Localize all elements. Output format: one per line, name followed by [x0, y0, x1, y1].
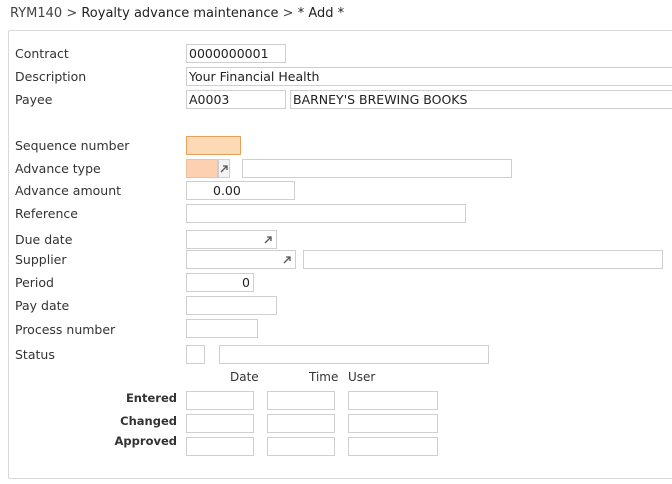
advance-type-field[interactable]: [186, 159, 218, 178]
approved-date-field[interactable]: [186, 437, 254, 456]
supplier-field[interactable]: [186, 250, 296, 269]
advance-amount-label: Advance amount: [15, 183, 122, 198]
status-code-field[interactable]: [186, 345, 205, 364]
pay-date-label: Pay date: [15, 298, 70, 313]
advance-type-description-field[interactable]: [242, 159, 512, 178]
pay-date-field[interactable]: [186, 296, 277, 315]
audit-time-header: Time: [309, 370, 339, 384]
approved-user-field[interactable]: [348, 437, 438, 456]
supplier-name-field[interactable]: [303, 250, 663, 269]
entered-user-field[interactable]: [348, 391, 438, 410]
breadcrumb: RYM140 > Royalty advance maintenance > *…: [10, 6, 344, 21]
status-label: Status: [15, 347, 55, 362]
payee-code-field[interactable]: A0003: [186, 90, 286, 109]
entered-date-field[interactable]: [186, 391, 254, 410]
mode-indicator: * Add *: [297, 6, 345, 21]
payee-label: Payee: [15, 92, 53, 107]
advance-amount-field[interactable]: 0.00: [186, 181, 295, 200]
audit-row-label: Changed: [120, 414, 177, 428]
process-number-field[interactable]: [186, 319, 258, 338]
status-description-field[interactable]: [219, 345, 489, 364]
period-label: Period: [15, 275, 54, 290]
description-label: Description: [15, 69, 87, 84]
sequence-number-field[interactable]: [186, 136, 241, 155]
payee-name-field[interactable]: BARNEY'S BREWING BOOKS: [290, 90, 672, 109]
reference-field[interactable]: [186, 204, 466, 223]
sequence-number-label: Sequence number: [15, 138, 130, 153]
supplier-label: Supplier: [15, 252, 67, 267]
entered-time-field[interactable]: [267, 391, 335, 410]
audit-date-header: Date: [230, 370, 259, 384]
approved-time-field[interactable]: [267, 437, 335, 456]
period-field[interactable]: 0: [186, 273, 254, 292]
breadcrumb-separator: >: [66, 6, 78, 21]
prompt-arrow-icon: [220, 164, 228, 172]
process-number-label: Process number: [15, 322, 116, 337]
audit-row-label: Approved: [114, 434, 177, 448]
changed-date-field[interactable]: [186, 414, 254, 433]
breadcrumb-separator: >: [282, 6, 294, 21]
breadcrumb-program[interactable]: RYM140: [10, 6, 62, 21]
supplier-prompt-icon[interactable]: [281, 253, 293, 266]
contract-label: Contract: [15, 46, 69, 61]
page-title: Royalty advance maintenance: [81, 6, 279, 21]
contract-field[interactable]: 0000000001: [186, 44, 286, 63]
changed-user-field[interactable]: [348, 414, 438, 433]
audit-row-label: Entered: [125, 391, 177, 405]
changed-time-field[interactable]: [267, 414, 335, 433]
description-field[interactable]: Your Financial Health: [186, 67, 672, 86]
reference-label: Reference: [15, 206, 78, 221]
due-date-prompt-icon[interactable]: [262, 233, 274, 246]
due-date-field[interactable]: [186, 230, 277, 249]
due-date-label: Due date: [15, 232, 73, 247]
advance-type-prompt-button[interactable]: [218, 159, 230, 178]
audit-user-header: User: [348, 370, 376, 384]
advance-type-label: Advance type: [15, 161, 101, 176]
